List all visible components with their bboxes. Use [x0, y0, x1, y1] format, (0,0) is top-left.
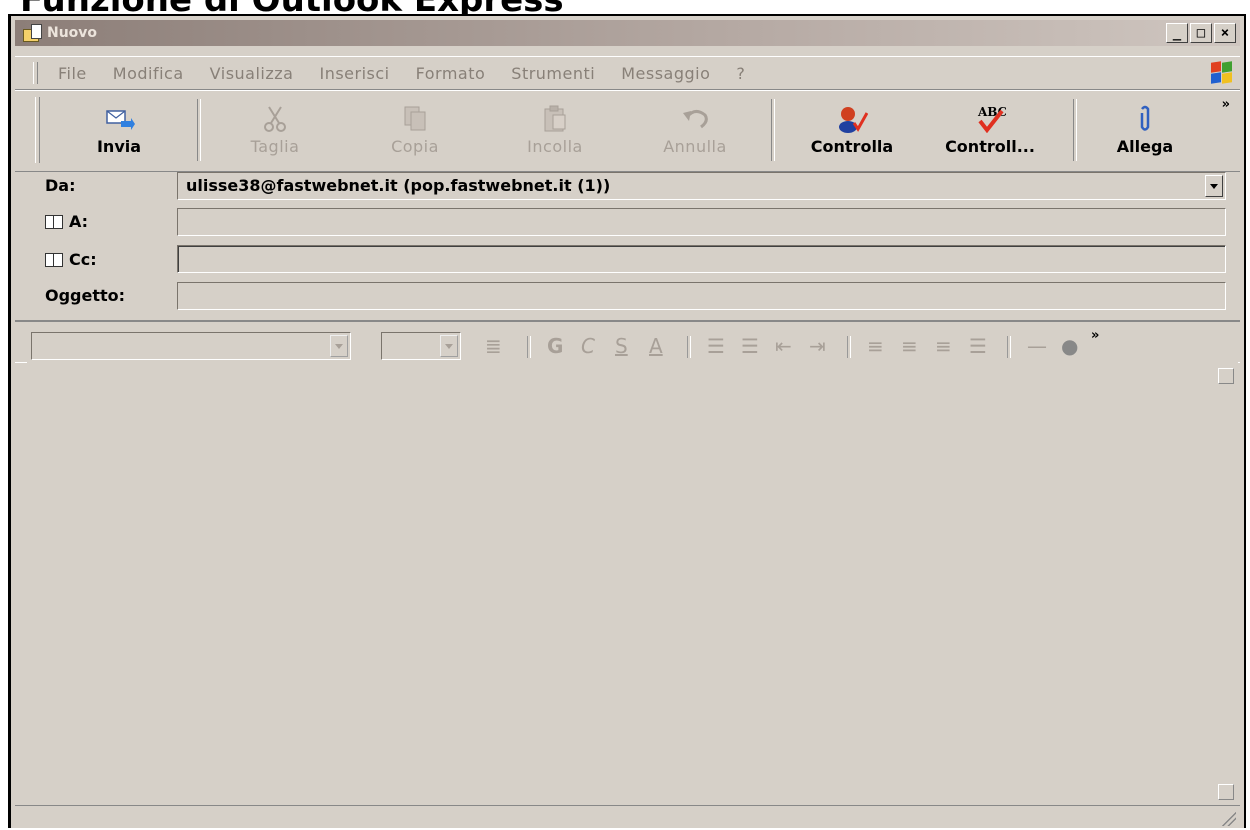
bold-button[interactable]: G: [547, 334, 563, 358]
menu-bar: File Modifica Visualizza Inserisci Forma…: [15, 56, 1240, 90]
maximize-button[interactable]: □: [1190, 23, 1212, 43]
menu-file[interactable]: File: [58, 64, 87, 83]
italic-button[interactable]: C: [581, 334, 595, 358]
minimize-button[interactable]: _: [1166, 23, 1188, 43]
dropdown-arrow-icon[interactable]: [440, 335, 458, 357]
format-separator: [527, 336, 531, 358]
cc-field[interactable]: [177, 245, 1226, 273]
new-message-icon: [23, 24, 43, 42]
from-select[interactable]: ulisse38@fastwebnet.it (pop.fastwebnet.i…: [177, 172, 1226, 200]
message-header: Da: ulisse38@fastwebnet.it (pop.fastwebn…: [15, 172, 1240, 312]
align-left-icon[interactable]: ≡: [867, 334, 884, 358]
menu-visualizza[interactable]: Visualizza: [210, 64, 294, 83]
insert-hyperlink-icon[interactable]: ●: [1061, 334, 1078, 358]
to-label[interactable]: A:: [45, 212, 88, 231]
address-book-icon[interactable]: [45, 214, 63, 229]
message-body[interactable]: [27, 362, 1238, 804]
bullet-list-icon[interactable]: ☰: [741, 334, 759, 358]
menu-strumenti[interactable]: Strumenti: [511, 64, 595, 83]
horizontal-line-icon[interactable]: —: [1027, 334, 1047, 358]
dropdown-arrow-icon[interactable]: [1205, 175, 1223, 197]
format-toolbar: ≣ G C S A ☰ ☰ ⇤ ⇥ ≡ ≡ ≡ ☰ — ● »: [15, 320, 1240, 363]
dropdown-arrow-icon[interactable]: [330, 335, 348, 357]
subject-field[interactable]: [177, 282, 1226, 310]
format-separator: [1007, 336, 1011, 358]
window-title: Nuovo: [47, 25, 98, 41]
cut-button[interactable]: Taglia: [215, 95, 335, 165]
toolbar-grip[interactable]: [35, 97, 40, 163]
resize-grip-icon[interactable]: [1220, 810, 1236, 826]
scissors-icon: [264, 106, 286, 132]
check-names-icon: [839, 107, 868, 133]
spellcheck-button[interactable]: ABC Controll...: [925, 95, 1055, 165]
send-icon: [106, 110, 135, 130]
attach-button[interactable]: Allega: [1085, 95, 1205, 165]
menu-formato[interactable]: Formato: [416, 64, 486, 83]
toolbar-chevron-icon[interactable]: »: [1222, 97, 1230, 112]
check-names-button[interactable]: Controlla: [787, 95, 917, 165]
from-value: ulisse38@fastwebnet.it (pop.fastwebnet.i…: [186, 176, 611, 195]
scroll-down-icon[interactable]: [1218, 784, 1234, 800]
close-button[interactable]: ×: [1214, 23, 1236, 43]
align-center-icon[interactable]: ≡: [901, 334, 918, 358]
font-select[interactable]: [31, 332, 351, 360]
numbered-list-icon[interactable]: ☰: [707, 334, 725, 358]
status-bar: [15, 805, 1240, 828]
from-label: Da:: [45, 176, 76, 195]
paragraph-style-icon[interactable]: ≣: [485, 334, 502, 358]
toolbar-separator: [771, 99, 775, 161]
undo-icon: [683, 110, 708, 129]
to-field[interactable]: [177, 208, 1226, 236]
windows-logo-icon: [1210, 61, 1234, 85]
send-button[interactable]: Invia: [59, 95, 179, 165]
underline-button[interactable]: S: [615, 334, 628, 358]
format-separator: [687, 336, 691, 358]
format-chevron-icon[interactable]: »: [1091, 328, 1099, 343]
paste-button[interactable]: Incolla: [495, 95, 615, 165]
toolbar-separator: [1073, 99, 1077, 161]
title-bar[interactable]: Nuovo _ □ ×: [15, 20, 1240, 46]
paperclip-icon: [1140, 105, 1150, 131]
menu-help[interactable]: ?: [736, 64, 745, 83]
undo-button[interactable]: Annulla: [635, 95, 755, 165]
align-right-icon[interactable]: ≡: [935, 334, 952, 358]
spellcheck-icon: ABC: [977, 105, 1006, 133]
paste-icon: [544, 105, 566, 132]
cc-label[interactable]: Cc:: [45, 250, 97, 269]
format-separator: [847, 336, 851, 358]
decrease-indent-icon[interactable]: ⇤: [775, 334, 792, 358]
justify-icon[interactable]: ☰: [969, 334, 987, 358]
compose-window: Nuovo _ □ × File Modifica Visualizza Ins…: [8, 14, 1246, 828]
copy-icon: [404, 106, 426, 131]
font-color-button[interactable]: A: [649, 334, 663, 358]
menu-grip[interactable]: [33, 62, 38, 84]
subject-label: Oggetto:: [45, 286, 126, 305]
copy-button[interactable]: Copia: [355, 95, 475, 165]
main-toolbar: Invia Taglia Copia Incolla Annulla Contr…: [15, 90, 1240, 172]
address-book-icon[interactable]: [45, 252, 63, 267]
menu-modifica[interactable]: Modifica: [113, 64, 184, 83]
menu-inserisci[interactable]: Inserisci: [319, 64, 389, 83]
font-size-select[interactable]: [381, 332, 461, 360]
menu-messaggio[interactable]: Messaggio: [621, 64, 710, 83]
scroll-up-icon[interactable]: [1218, 368, 1234, 384]
increase-indent-icon[interactable]: ⇥: [809, 334, 826, 358]
toolbar-separator: [197, 99, 201, 161]
